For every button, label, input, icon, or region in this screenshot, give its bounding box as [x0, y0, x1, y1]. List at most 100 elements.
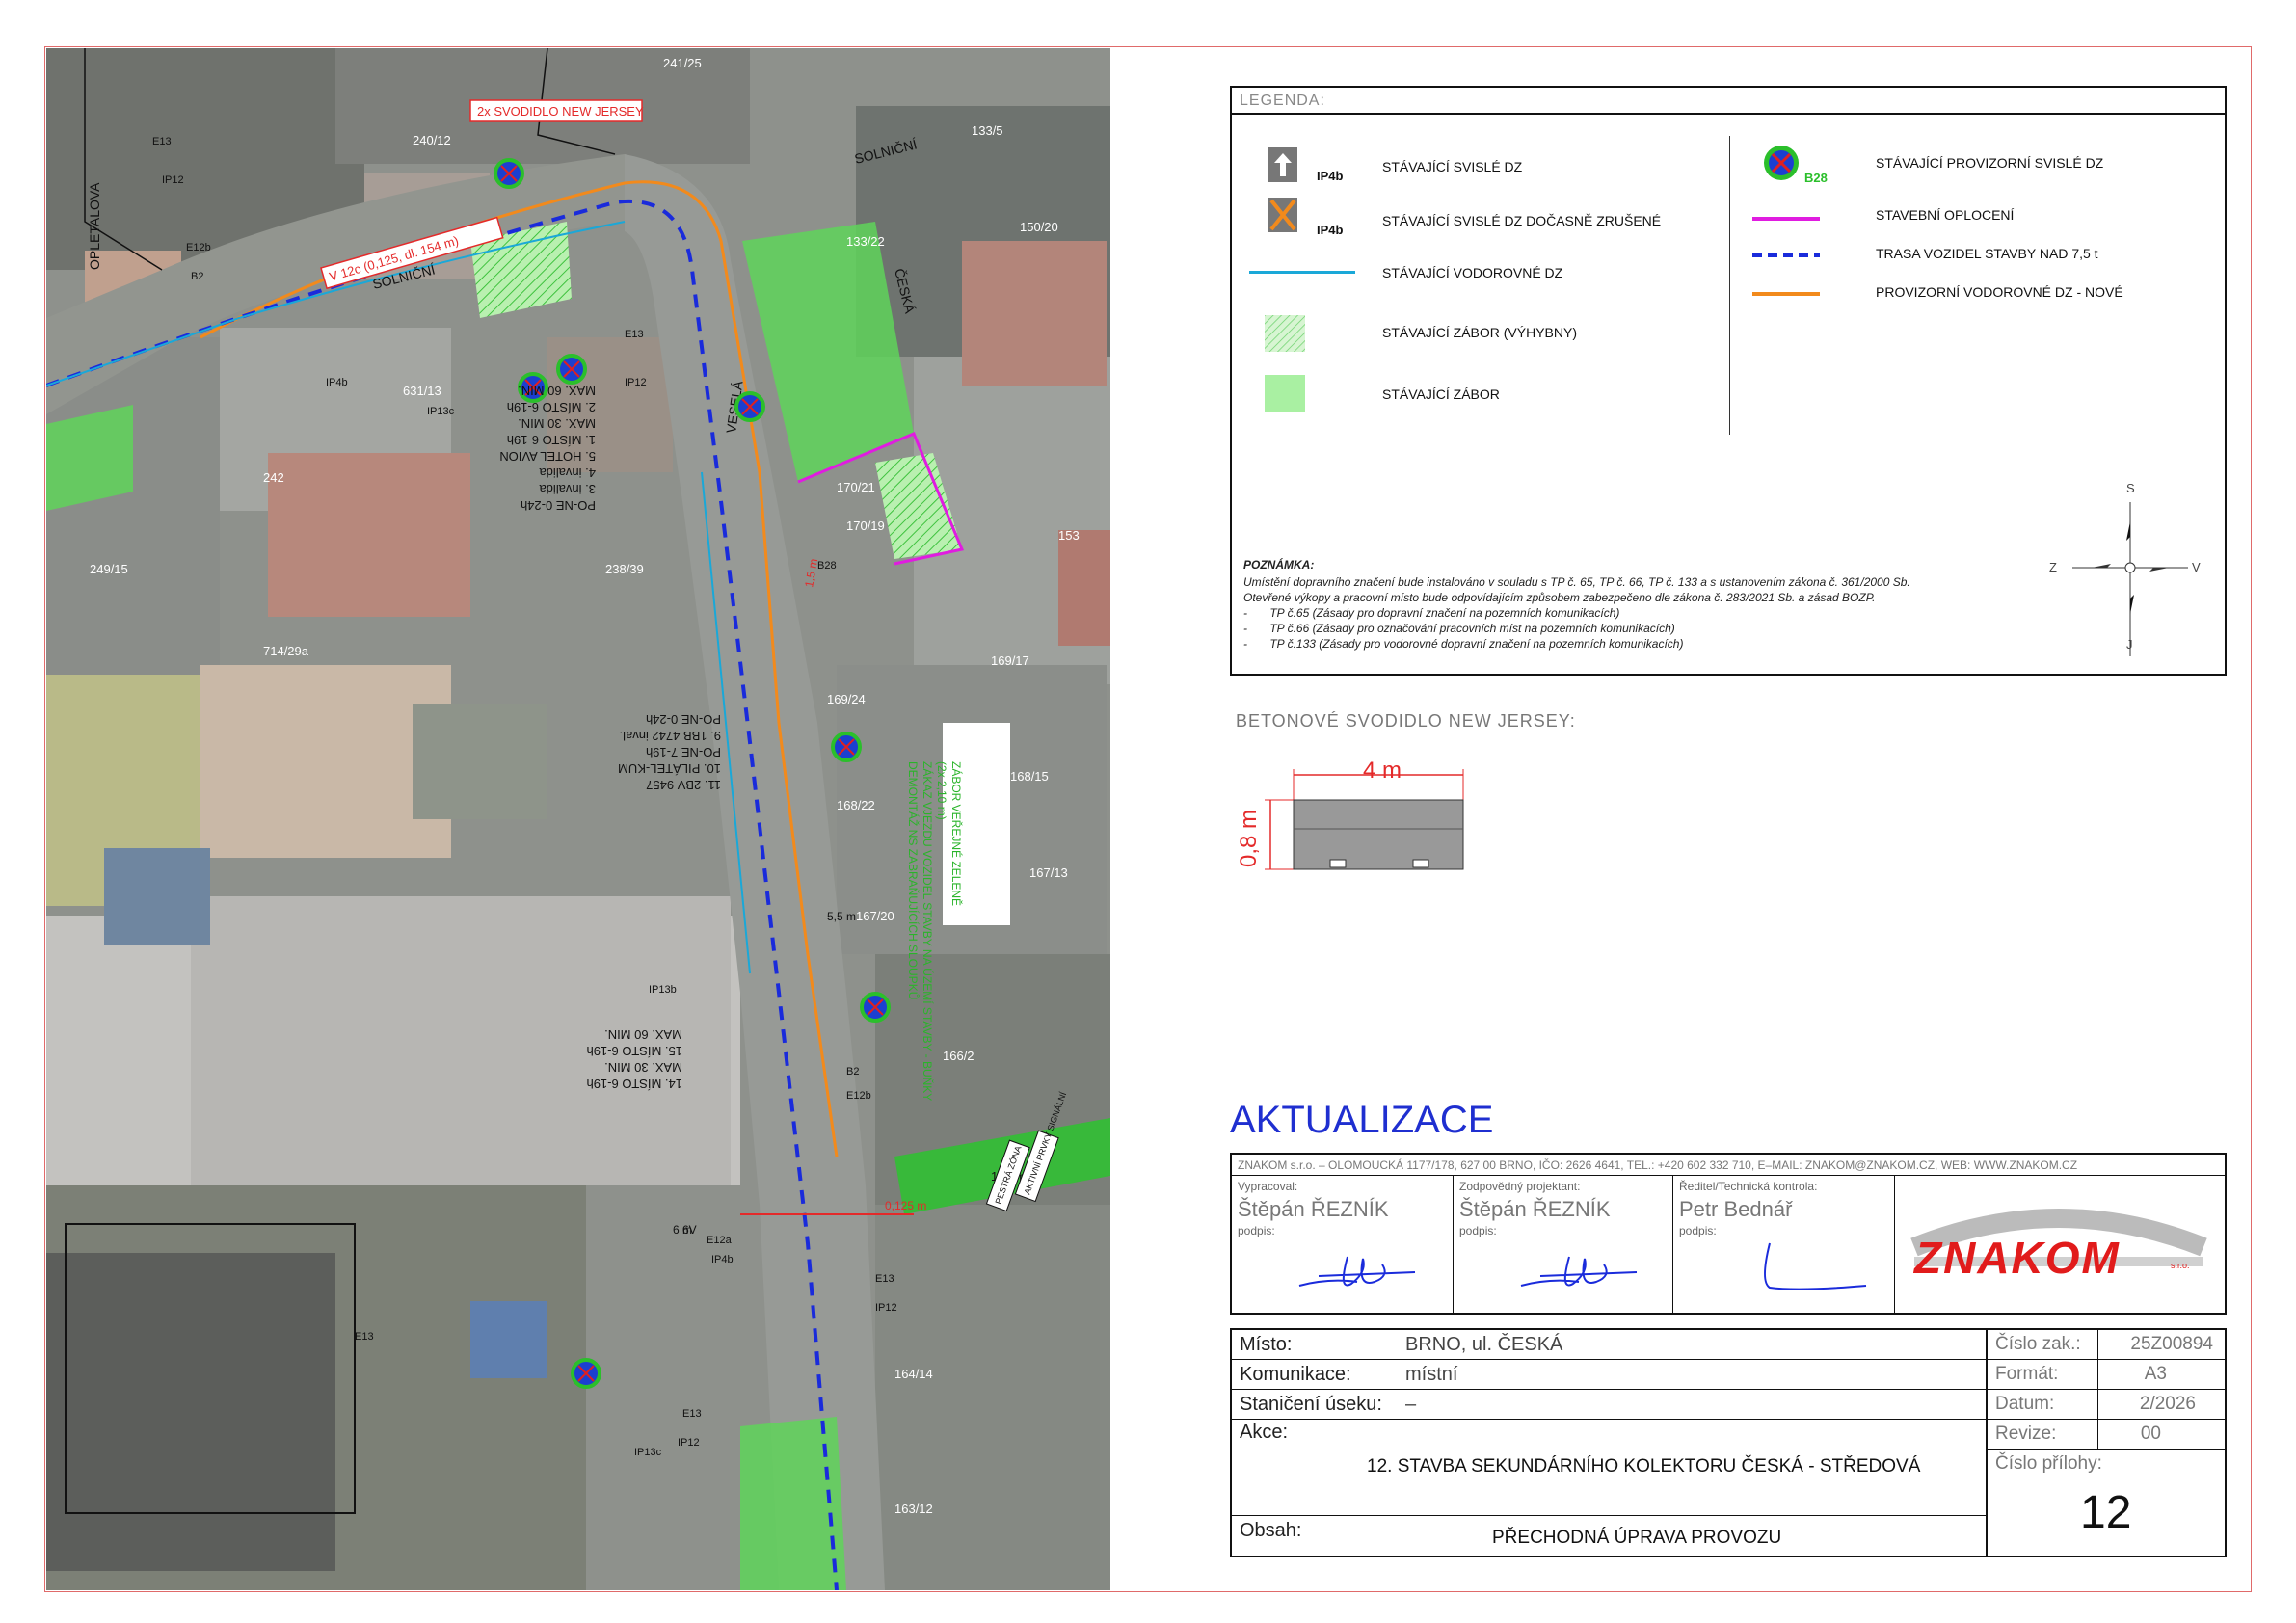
map-dim-6: 6V	[682, 1223, 697, 1237]
title-block: ZNAKOM s.r.o. – OLOMOUCKÁ 1177/178, 627 …	[1230, 1153, 2227, 1315]
label-akce: Akce:	[1240, 1422, 1289, 1443]
parcel-label: 714/29a	[263, 644, 309, 658]
legend-label-7: STAVEBNÍ OPLOCENÍ	[1876, 207, 2015, 223]
project-info-table: Místo: BRNO, ul. ČESKÁ Komunikace: místn…	[1230, 1328, 2227, 1557]
compass-w: Z	[2049, 560, 2057, 574]
sign-code-label: IP12	[162, 174, 184, 186]
meta-revize: Revize: 00	[1988, 1420, 2225, 1450]
sign-code-label: E13	[152, 136, 172, 147]
jersey-height: 0,8 m	[1236, 809, 1262, 867]
company-line: ZNAKOM s.r.o. – OLOMOUCKÁ 1177/178, 627 …	[1232, 1155, 2225, 1176]
sign-code-label: IP12	[875, 1302, 897, 1314]
legend-label-1: STÁVAJÍCÍ SVISLÉ DZ	[1382, 159, 1523, 174]
parcel-label: 153	[1058, 528, 1080, 543]
parcel-label: 133/22	[846, 234, 885, 249]
note-line: 15. MÍSTO 6-19h	[587, 1044, 682, 1058]
legend-label-9: PROVIZORNÍ VODOROVNÉ DZ - NOVÉ	[1876, 284, 2123, 300]
green-area-icon	[1265, 375, 1305, 412]
parcel-label: 169/17	[991, 653, 1029, 668]
parcel-label: 168/22	[837, 798, 875, 812]
label-staniceni: Staničení úseku:	[1240, 1394, 1382, 1415]
cell-sign: podpis:	[1679, 1224, 1717, 1237]
note-line: 4. invalida	[539, 466, 596, 480]
cancelled-sign-icon	[1268, 198, 1297, 237]
value-revize: 00	[2140, 1423, 2161, 1444]
note-title: POZNÁMKA:	[1243, 558, 1315, 572]
orange-line-icon	[1752, 292, 1820, 296]
note-line: 2. MÍSTO 6-19h	[507, 400, 596, 414]
legend-label-5: STÁVAJÍCÍ ZÁBOR	[1382, 386, 1500, 402]
legend-label-6: STÁVAJÍCÍ PROVIZORNÍ SVISLÉ DZ	[1876, 155, 2104, 171]
cell-name: Štěpán ŘEZNÍK	[1459, 1197, 1611, 1221]
signature-1-icon	[1298, 1256, 1416, 1287]
note-line: (2x 2,10 m)	[935, 761, 948, 820]
cyan-line-icon	[1249, 271, 1355, 274]
jersey-title: BETONOVÉ SVODIDLO NEW JERSEY:	[1236, 711, 1576, 731]
note-line: PO-NE 7-19h	[646, 745, 721, 759]
meta-datum: Datum: 2/2026	[1988, 1390, 2225, 1420]
legend-header: LEGENDA:	[1232, 88, 2225, 115]
jersey-length: 4 m	[1363, 758, 1402, 784]
sign-code-label: IP13b	[649, 984, 677, 996]
cell-label: Vypracoval:	[1238, 1180, 1298, 1193]
value-obsah: PŘECHODNÁ ÚPRAVA PROVOZU	[1492, 1528, 1782, 1548]
note-bullet-3: - TP č.133 (Zásady pro vodorovné dopravn…	[1243, 637, 1684, 651]
compass-e: V	[2192, 560, 2201, 574]
legend-header-text: LEGENDA:	[1240, 93, 1325, 109]
parcel-label: 166/2	[943, 1049, 974, 1063]
update-heading: AKTUALIZACE	[1230, 1099, 1494, 1141]
value-staniceni: –	[1405, 1394, 1417, 1415]
legend-code-ip4b: IP4b	[1317, 169, 1344, 183]
row-obsah: Obsah: PŘECHODNÁ ÚPRAVA PROVOZU	[1232, 1516, 1986, 1556]
sign-code-label: B28	[817, 560, 837, 572]
cell-sign: podpis:	[1459, 1224, 1497, 1237]
sign-code-label: E13	[682, 1408, 702, 1420]
label-datum: Datum:	[1995, 1394, 2055, 1414]
note-line: MAX. 30 MIN.	[518, 416, 596, 431]
row-staniceni: Staničení úseku: –	[1232, 1390, 1986, 1420]
note-line-1: Umístění dopravního značení bude instalo…	[1243, 575, 1910, 589]
sign-code-label: E13	[355, 1331, 374, 1343]
sign-code-label: E12a	[707, 1235, 733, 1246]
meta-priloha: Číslo přílohy: 12	[1988, 1450, 2225, 1556]
sign-code-label: E12b	[186, 242, 211, 253]
legend-label-8: TRASA VOZIDEL STAVBY NAD 7,5 t	[1876, 246, 2098, 261]
parcel-label: 241/25	[663, 56, 702, 70]
site-plan-map: 2x SVODIDLO NEW JERSEY V 12c (0,125, dl.…	[46, 48, 1110, 1590]
parcel-label: 133/5	[972, 123, 1003, 138]
legend-label-4: STÁVAJÍCÍ ZÁBOR (VÝHYBNY)	[1382, 325, 1577, 340]
sign-code-label: IP13c	[634, 1447, 662, 1458]
value-misto: BRNO, ul. ČESKÁ	[1405, 1334, 1563, 1355]
note-line: MAX. 60 MIN.	[518, 384, 596, 398]
row-misto: Místo: BRNO, ul. ČESKÁ	[1232, 1330, 1986, 1360]
note-line: 5. HOTEL AVION	[499, 449, 596, 464]
map-dim-3: 0,125 m	[885, 1199, 926, 1212]
note-line: DEMONTÁŽ NS ZABRAŇUJÍCÍCH SLOUPKŮ	[906, 761, 921, 999]
cell-label: Ředitel/Technická kontrola:	[1679, 1180, 1818, 1193]
label-komunikace: Komunikace:	[1240, 1364, 1351, 1385]
znakom-logo: ZNAKOM s.r.o.	[1895, 1176, 2225, 1315]
label-priloha: Číslo přílohy:	[1995, 1453, 2102, 1474]
sign-code-label: E13	[625, 329, 644, 340]
value-cislo-zak: 25Z00894	[2130, 1334, 2213, 1354]
parcel-label: 169/24	[827, 692, 866, 706]
label-format: Formát:	[1995, 1364, 2059, 1384]
sign-code-label: E12b	[846, 1090, 871, 1102]
value-datum: 2/2026	[2139, 1394, 2196, 1414]
note-bullet-1: - TP č.65 (Zásady pro dopravní značení n…	[1243, 606, 1620, 620]
parcel-label: 249/15	[90, 562, 128, 576]
cell-reditel: Ředitel/Technická kontrola: Petr Bednář …	[1673, 1176, 1895, 1315]
map-note-jersey: 2x SVODIDLO NEW JERSEY	[477, 104, 644, 119]
note-line: 10. PILÁTEL-KUM	[618, 761, 721, 776]
legend-label-2: STÁVAJÍCÍ SVISLÉ DZ DOČASNĚ ZRUŠENÉ	[1382, 213, 1662, 228]
cell-name: Štěpán ŘEZNÍK	[1238, 1197, 1389, 1221]
logo-text: ZNAKOM	[1914, 1233, 2121, 1283]
sign-code-label: IP12	[625, 377, 647, 388]
note-line: 1. MÍSTO 6-19h	[507, 433, 596, 447]
label-obsah: Obsah:	[1240, 1520, 1302, 1541]
legend-box: LEGENDA: IP4b STÁVAJÍCÍ SVISLÉ DZ IP4b S…	[1230, 86, 2227, 676]
arrow-sign-icon	[1268, 147, 1297, 187]
sign-code-label: IP12	[678, 1437, 700, 1449]
signature-3-icon	[1764, 1242, 1867, 1290]
note-line: ZÁKAZ VJEZDU VOZIDEL STAVBY NA ÚZEMÍ STA…	[921, 761, 935, 1101]
